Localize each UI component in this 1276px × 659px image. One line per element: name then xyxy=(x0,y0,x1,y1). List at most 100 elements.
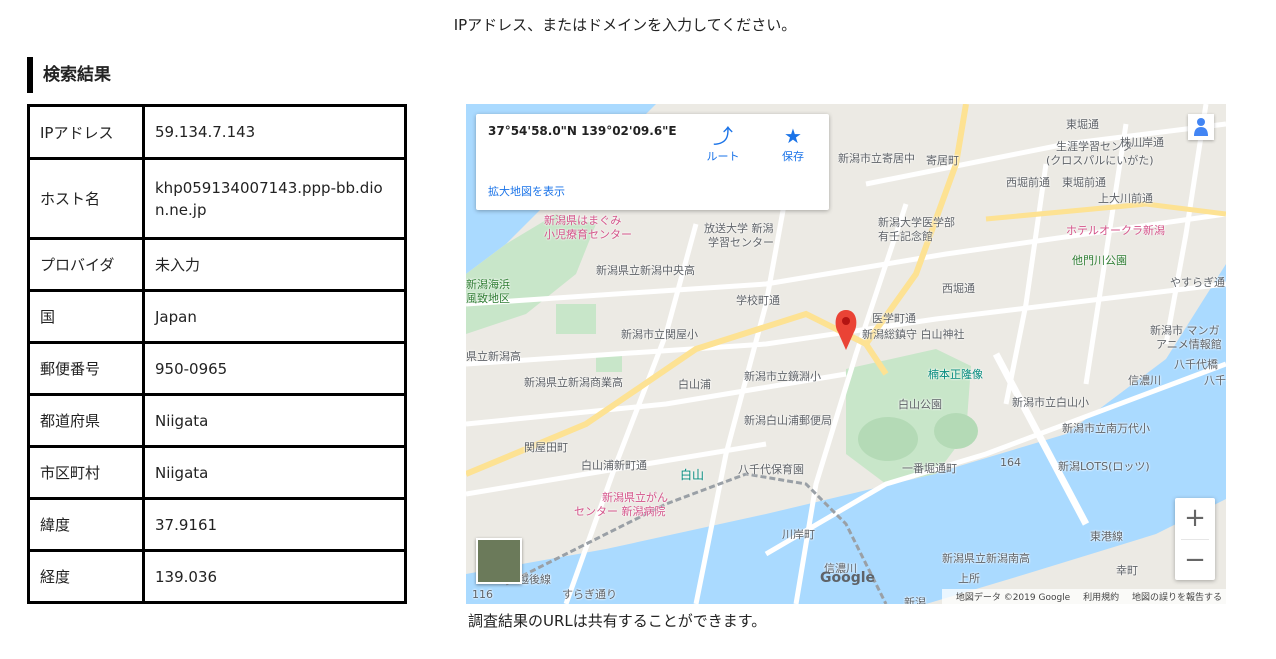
row-label: 郵便番号 xyxy=(27,341,145,396)
map-label: 東堀前通 xyxy=(1062,176,1106,189)
satellite-toggle-thumbnail[interactable] xyxy=(476,538,522,584)
row-label: 国 xyxy=(27,289,145,344)
table-row: IPアドレス 59.134.7.143 xyxy=(27,104,407,160)
map-label: 株川岸通 xyxy=(1120,136,1164,149)
star-icon: ★ xyxy=(784,124,802,148)
map-label: すらぎ通り xyxy=(562,588,617,601)
map-label: 県立新潟高 xyxy=(466,350,521,363)
table-row: プロバイダ 未入力 xyxy=(27,237,407,292)
table-row: 郵便番号 950-0965 xyxy=(27,341,407,396)
map-label: 上大川前通 xyxy=(1098,192,1153,205)
row-label: 緯度 xyxy=(27,497,145,552)
map-label: 新潟市立関屋小 xyxy=(621,328,698,341)
share-note: 調査結果のURLは共有することができます。 xyxy=(468,612,767,630)
map-label: 上所 xyxy=(958,572,980,585)
row-value: 37.9161 xyxy=(142,497,407,552)
location-pin-icon[interactable] xyxy=(835,310,857,350)
row-value: Niigata xyxy=(142,445,407,500)
zoom-in-button[interactable]: + xyxy=(1175,498,1215,539)
map-label: 川岸町 xyxy=(782,528,815,541)
map-label: 新潟市立寄居中 xyxy=(838,152,915,165)
map-label: 白山浦新町通 xyxy=(581,459,647,472)
map-label: 白山 xyxy=(680,468,705,482)
table-row: 都道府県 Niigata xyxy=(27,393,407,448)
map-label: 越後線 xyxy=(518,573,551,586)
map-attribution: 地図データ ©2019 Google 利用規約 地図の誤りを報告する xyxy=(941,589,1226,604)
map-label: 八千代保育園 xyxy=(738,463,804,476)
row-label: 経度 xyxy=(27,549,145,604)
row-value: 未入力 xyxy=(142,237,407,292)
row-value: 59.134.7.143 xyxy=(142,104,407,160)
row-label: 都道府県 xyxy=(27,393,145,448)
save-button[interactable]: ★ 保存 xyxy=(768,124,818,164)
row-label: プロバイダ xyxy=(27,237,145,292)
map-label: 164 xyxy=(1000,456,1021,469)
stadium xyxy=(858,417,918,461)
map-label: 東堀通 xyxy=(1066,118,1099,131)
row-value: Niigata xyxy=(142,393,407,448)
map-label: アニメ情報館 xyxy=(1156,338,1222,351)
map-label: 寄居町 xyxy=(926,154,959,167)
map-label: 一番堀通町 xyxy=(902,462,957,475)
map-label: 新潟 xyxy=(904,596,926,604)
table-row: ホスト名 khp059134007143.ppp-bb.dion.ne.jp xyxy=(27,157,407,240)
google-logo: Google xyxy=(820,570,876,586)
terms-link[interactable]: 利用規約 xyxy=(1083,593,1119,603)
row-label: IPアドレス xyxy=(27,104,145,160)
route-button[interactable]: ⤴ ルート xyxy=(698,124,748,164)
sports-field xyxy=(934,413,978,449)
map-label: (クロスパルにいがた) xyxy=(1046,154,1154,167)
map-label: 新潟市立白山小 xyxy=(1012,396,1089,409)
result-table: IPアドレス 59.134.7.143 ホスト名 khp059134007143.p… xyxy=(27,104,407,604)
table-row: 国 Japan xyxy=(27,289,407,344)
map-label: 新潟LOTS(ロッツ) xyxy=(1058,460,1150,473)
map-label: 関屋田町 xyxy=(524,441,568,454)
map-label: 白山公園 xyxy=(898,398,942,411)
row-value: khp059134007143.ppp-bb.dion.ne.jp xyxy=(142,157,407,240)
map-label: 新潟県立新潟中央高 xyxy=(596,264,695,277)
map-label: 小児療育センター xyxy=(544,228,632,241)
report-error-link[interactable]: 地図の誤りを報告する xyxy=(1132,593,1222,603)
map-label: 新潟市立南万代小 xyxy=(1062,422,1150,435)
directions-icon: ⤴ xyxy=(713,124,733,148)
section-title: 検索結果 xyxy=(27,57,111,93)
zoom-control[interactable]: + − xyxy=(1175,498,1215,580)
map-label: 新潟県立新潟商業高 xyxy=(524,376,623,389)
map-label: 他門川公園 xyxy=(1072,254,1127,267)
map-label: 楠本正隆像 xyxy=(928,368,983,381)
row-value: 950-0965 xyxy=(142,341,407,396)
table-row: 緯度 37.9161 xyxy=(27,497,407,552)
map-data-credit: 地図データ ©2019 Google xyxy=(955,593,1071,603)
map-label: 幸町 xyxy=(1116,564,1138,577)
map-label: 新潟県立新潟南高 xyxy=(942,552,1030,565)
map-label: 西堀通 xyxy=(942,282,975,295)
map-label: 西堀前通 xyxy=(1006,176,1050,189)
map-label: 八千代橋 xyxy=(1174,358,1218,371)
map-label: 学校町通 xyxy=(736,294,780,307)
map-label: 116 xyxy=(472,588,493,601)
map-label: 新潟市立鏡淵小 xyxy=(744,370,821,383)
map-label: 医学町通 xyxy=(872,312,916,325)
row-label: 市区町村 xyxy=(27,445,145,500)
map-label: センター 新潟病院 xyxy=(574,505,666,518)
street-view-pegman-icon[interactable] xyxy=(1188,114,1214,140)
place-info-card: 37°54'58.0"N 139°02'09.6"E ⤴ ルート ★ 保存 拡大… xyxy=(476,114,829,210)
map-label: 八千 xyxy=(1204,374,1226,387)
route-label: ルート xyxy=(706,150,740,163)
map-label: 新潟白山浦郵便局 xyxy=(744,414,832,427)
row-label: ホスト名 xyxy=(27,157,145,240)
table-row: 市区町村 Niigata xyxy=(27,445,407,500)
view-larger-map-link[interactable]: 拡大地図を表示 xyxy=(488,183,565,199)
zoom-out-button[interactable]: − xyxy=(1175,540,1215,581)
row-value: Japan xyxy=(142,289,407,344)
map-label: 学習センター xyxy=(708,236,774,249)
map-label: 風致地区 xyxy=(466,292,510,305)
embedded-map[interactable]: 新潟県はまぐみ 小児療育センター 新潟海浜 風致地区 放送大学 新潟 学習センタ… xyxy=(466,104,1226,604)
search-prompt: IPアドレス、またはドメインを入力してください。 xyxy=(453,16,797,34)
map-label: やすらぎ通り xyxy=(1170,276,1226,289)
table-row: 経度 139.036 xyxy=(27,549,407,604)
map-label: ホテルオークラ新潟 xyxy=(1066,224,1165,237)
save-label: 保存 xyxy=(782,150,804,163)
map-label: 信濃川 xyxy=(1128,374,1161,387)
map-label: 白山浦 xyxy=(678,378,711,391)
